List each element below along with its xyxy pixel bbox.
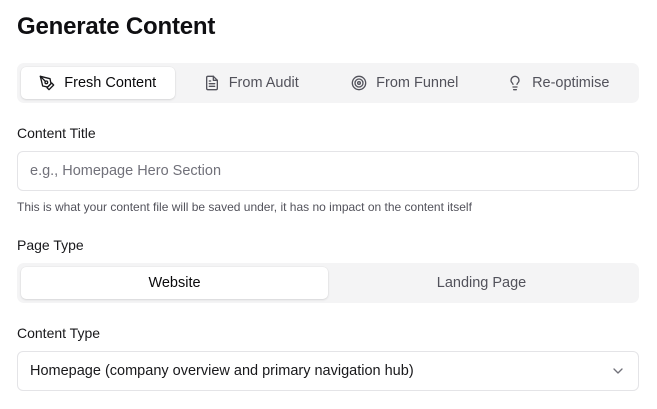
content-type-label: Content Type bbox=[17, 325, 101, 341]
page-title: Generate Content bbox=[17, 13, 216, 40]
content-source-tabs: Fresh Content From Audit From Funnel Re-… bbox=[17, 63, 639, 103]
page-type-toggle: Website Landing Page bbox=[17, 263, 639, 303]
tab-label: From Audit bbox=[228, 75, 299, 91]
content-title-helper-text: This is what your content file will be s… bbox=[17, 200, 472, 214]
lightbulb-icon bbox=[507, 75, 523, 91]
document-icon bbox=[204, 75, 220, 91]
page-type-option-website[interactable]: Website bbox=[21, 267, 328, 299]
pen-nib-icon bbox=[39, 75, 55, 91]
tab-label: Fresh Content bbox=[64, 75, 157, 91]
chevron-down-icon bbox=[610, 363, 626, 379]
page-type-label: Page Type bbox=[17, 237, 84, 253]
target-icon bbox=[351, 75, 367, 91]
tab-label: From Funnel bbox=[376, 75, 459, 91]
tab-re-optimise[interactable]: Re-optimise bbox=[482, 67, 636, 99]
content-type-selected-value: Homepage (company overview and primary n… bbox=[30, 363, 414, 379]
page-type-option-landing-page[interactable]: Landing Page bbox=[328, 267, 635, 299]
tab-from-funnel[interactable]: From Funnel bbox=[328, 67, 482, 99]
content-title-input[interactable] bbox=[17, 151, 639, 191]
content-type-select[interactable]: Homepage (company overview and primary n… bbox=[17, 351, 639, 391]
tab-label: Re-optimise bbox=[532, 75, 610, 91]
content-title-label: Content Title bbox=[17, 125, 96, 141]
tab-from-audit[interactable]: From Audit bbox=[175, 67, 329, 99]
tab-fresh-content[interactable]: Fresh Content bbox=[21, 67, 175, 99]
